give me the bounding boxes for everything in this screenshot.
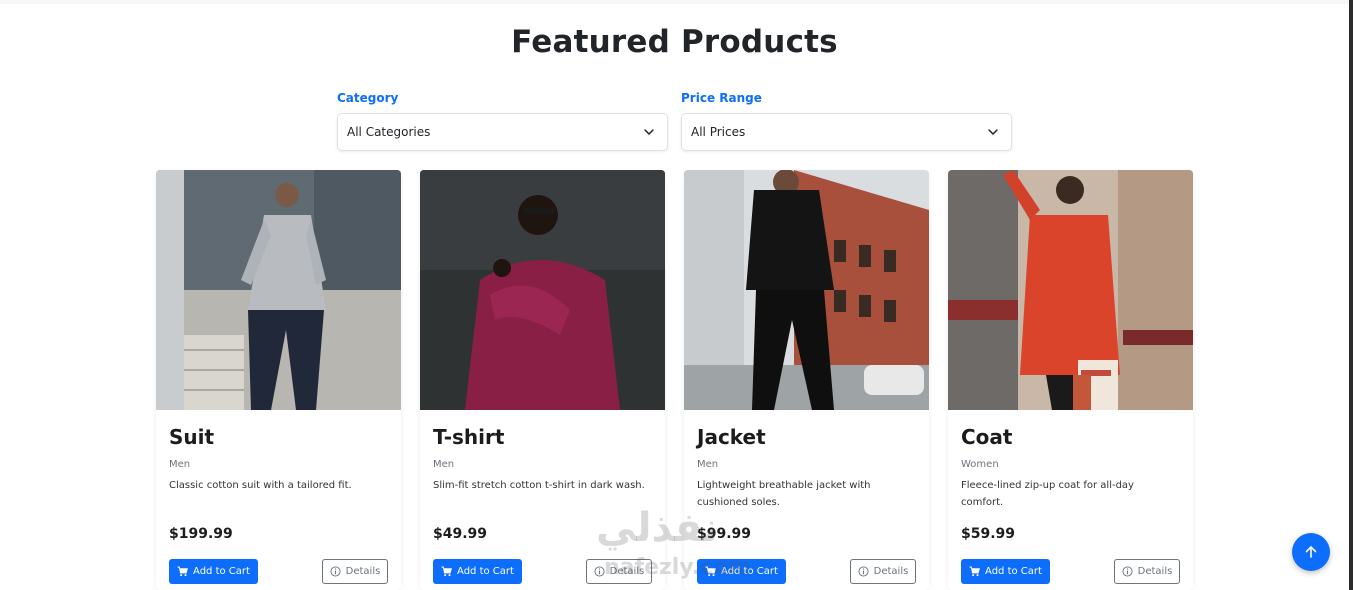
product-description: Classic cotton suit with a tailored fit. — [169, 480, 352, 491]
add-to-cart-label: Add to Cart — [985, 566, 1042, 577]
details-button[interactable]: Details — [322, 559, 388, 584]
details-label: Details — [345, 566, 381, 577]
scroll-to-top-button[interactable] — [1292, 533, 1330, 571]
cart-icon — [969, 566, 981, 577]
top-divider — [0, 0, 1349, 4]
product-price: $99.99 — [697, 526, 752, 542]
product-price: $59.99 — [961, 526, 1016, 542]
product-card-suit: Suit Men Classic cotton suit with a tail… — [156, 170, 401, 590]
info-icon — [330, 566, 341, 577]
chevron-down-icon — [644, 129, 654, 135]
arrow-up-icon — [1305, 546, 1317, 558]
product-card-jacket: Jacket Men Lightweight breathable jacket… — [684, 170, 929, 590]
info-icon — [858, 566, 869, 577]
cart-icon — [441, 566, 453, 577]
category-filter: Category All Categories — [337, 90, 668, 151]
details-button[interactable]: Details — [586, 559, 652, 584]
add-to-cart-label: Add to Cart — [193, 566, 250, 577]
product-name: Suit — [169, 425, 215, 449]
page-title: Featured Products — [511, 24, 838, 60]
product-category: Men — [433, 459, 455, 470]
info-icon — [1122, 566, 1133, 577]
product-image-coat[interactable] — [948, 170, 1193, 410]
price-filter-label: Price Range — [681, 91, 762, 105]
product-description: Fleece-lined zip-up coat for all-day com… — [961, 480, 1134, 508]
product-description: Slim-fit stretch cotton t-shirt in dark … — [433, 480, 645, 491]
product-card-coat: Coat Women Fleece-lined zip-up coat for … — [948, 170, 1193, 590]
details-label: Details — [1137, 566, 1173, 577]
window-edge — [1349, 0, 1353, 590]
details-label: Details — [873, 566, 909, 577]
chevron-down-icon — [988, 129, 998, 135]
cart-icon — [705, 566, 717, 577]
details-button[interactable]: Details — [1114, 559, 1180, 584]
category-select[interactable]: All Categories — [337, 113, 668, 151]
add-to-cart-label: Add to Cart — [457, 566, 514, 577]
product-name: Coat — [961, 425, 1013, 449]
product-image-jacket[interactable] — [684, 170, 929, 410]
product-category: Women — [961, 459, 999, 470]
price-filter: Price Range All Prices — [681, 90, 1012, 151]
product-card-tshirt: T-shirt Men Slim-fit stretch cotton t-sh… — [420, 170, 665, 590]
add-to-cart-button[interactable]: Add to Cart — [169, 559, 258, 584]
details-label: Details — [609, 566, 645, 577]
product-image-tshirt[interactable] — [420, 170, 665, 410]
price-select-value: All Prices — [691, 125, 746, 139]
add-to-cart-button[interactable]: Add to Cart — [961, 559, 1050, 584]
add-to-cart-label: Add to Cart — [721, 566, 778, 577]
details-button[interactable]: Details — [850, 559, 916, 584]
product-price: $49.99 — [433, 526, 488, 542]
product-category: Men — [697, 459, 719, 470]
product-image-suit[interactable] — [156, 170, 401, 410]
cart-icon — [177, 566, 189, 577]
product-price: $199.99 — [169, 526, 233, 542]
info-icon — [594, 566, 605, 577]
category-filter-label: Category — [337, 91, 399, 105]
price-select[interactable]: All Prices — [681, 113, 1012, 151]
product-name: T-shirt — [433, 425, 505, 449]
product-description: Lightweight breathable jacket with cushi… — [697, 480, 871, 508]
category-select-value: All Categories — [347, 125, 431, 139]
product-category: Men — [169, 459, 191, 470]
page: Featured Products Category All Categorie… — [0, 0, 1353, 590]
product-name: Jacket — [697, 425, 766, 449]
add-to-cart-button[interactable]: Add to Cart — [433, 559, 522, 584]
add-to-cart-button[interactable]: Add to Cart — [697, 559, 786, 584]
